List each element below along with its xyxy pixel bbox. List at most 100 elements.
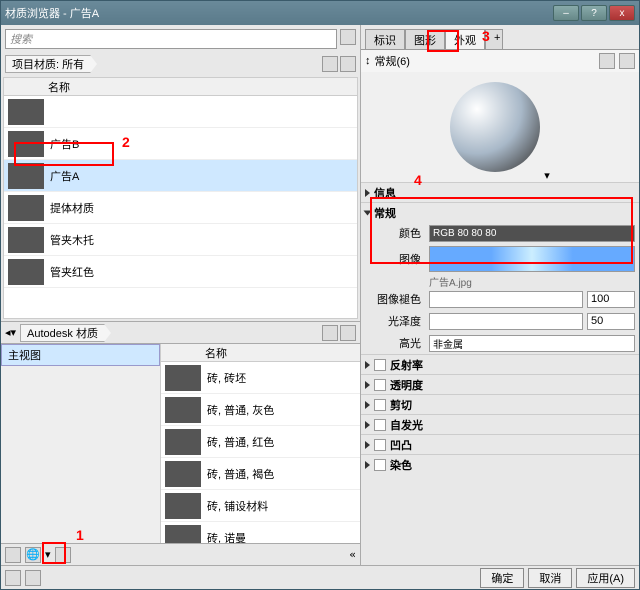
project-filter[interactable]: 项目材质: 所有	[5, 55, 91, 73]
material-preview: ▾	[361, 72, 639, 182]
section-info: 信息	[374, 185, 396, 201]
ok-button[interactable]: 确定	[480, 568, 524, 588]
image-filename: 广告A.jpg	[429, 274, 472, 289]
list-item[interactable]: 广告A	[4, 160, 357, 192]
hilite-field[interactable]: 非金属	[429, 335, 635, 352]
tab-appearance[interactable]: 外观	[445, 29, 485, 49]
tree-node[interactable]: 主视图	[1, 344, 160, 366]
help-button[interactable]: ?	[581, 5, 607, 21]
list-item[interactable]: 管夹红色	[4, 256, 357, 288]
section-title: 剪切	[390, 397, 412, 413]
material-thumb	[165, 461, 201, 487]
material-thumb	[8, 163, 44, 189]
gloss-slider[interactable]	[429, 313, 583, 330]
fade-slider[interactable]	[429, 291, 583, 308]
minimize-button[interactable]: –	[553, 5, 579, 21]
open-library-drop[interactable]: ▾	[45, 548, 51, 561]
lib-breadcrumb[interactable]: Autodesk 材质	[20, 324, 105, 342]
regular-header: 常规(6)	[375, 53, 410, 69]
copy-icon[interactable]	[619, 53, 635, 69]
image-label: 图像	[365, 251, 425, 267]
expand-icon[interactable]	[365, 401, 370, 409]
expand-icon[interactable]	[365, 461, 370, 469]
titlebar: 材质浏览器 - 广告A – ? x	[1, 1, 639, 25]
expand-info-icon[interactable]	[365, 189, 370, 197]
section-cg: 常规	[374, 205, 396, 221]
material-thumb	[165, 365, 201, 391]
material-thumb	[8, 131, 44, 157]
tool-icon-1[interactable]	[5, 547, 21, 563]
material-thumb	[165, 493, 201, 519]
list-item[interactable]: 广告B	[4, 128, 357, 160]
list-item[interactable]: 砖, 诺曼	[161, 522, 360, 543]
lib-back-icon[interactable]: ◂▾	[5, 326, 16, 339]
section-checkbox[interactable]	[374, 419, 386, 431]
section-checkbox[interactable]	[374, 399, 386, 411]
material-name: 砖, 诺曼	[207, 530, 246, 544]
material-name: 管夹木托	[50, 232, 94, 248]
hilite-label: 高光	[365, 335, 425, 351]
material-name: 砖, 普通, 红色	[207, 434, 274, 450]
lib-view-list-icon[interactable]	[340, 325, 356, 341]
tab-graphics[interactable]: 图形	[405, 29, 445, 49]
close-button[interactable]: x	[609, 5, 635, 21]
expand-icon[interactable]	[365, 441, 370, 449]
list-item[interactable]: 砖, 砖坯	[161, 362, 360, 394]
view-list-icon[interactable]	[340, 56, 356, 72]
section-checkbox[interactable]	[374, 459, 386, 471]
lib-tree[interactable]: 主视图	[1, 344, 161, 543]
replace-asset-icon[interactable]: ↕	[365, 55, 371, 67]
material-thumb	[8, 195, 44, 221]
material-name: 提体材质	[50, 200, 94, 216]
duplicate-icon[interactable]	[599, 53, 615, 69]
color-field[interactable]: RGB 80 80 80	[429, 225, 635, 242]
search-input[interactable]: 搜索	[5, 29, 337, 49]
section-checkbox[interactable]	[374, 379, 386, 391]
section-title: 凹凸	[390, 437, 412, 453]
list-item[interactable]: 提体材质	[4, 192, 357, 224]
expand-icon[interactable]	[365, 361, 370, 369]
tool-icon-3[interactable]	[55, 547, 71, 563]
list-item[interactable]	[4, 96, 357, 128]
collapse-button[interactable]: «	[349, 548, 356, 561]
list-item[interactable]: 砖, 普通, 灰色	[161, 394, 360, 426]
material-thumb	[8, 259, 44, 285]
view-grid-icon[interactable]	[322, 56, 338, 72]
section-checkbox[interactable]	[374, 439, 386, 451]
material-name: 广告B	[50, 136, 79, 152]
list-item[interactable]: 管夹木托	[4, 224, 357, 256]
fade-value[interactable]: 100	[587, 291, 635, 308]
gloss-label: 光泽度	[365, 313, 425, 329]
material-thumb	[165, 525, 201, 544]
expand-icon[interactable]	[365, 421, 370, 429]
search-icon[interactable]	[340, 29, 356, 45]
material-name: 广告A	[50, 168, 79, 184]
col-name: 名称	[48, 79, 70, 95]
list-item[interactable]: 砖, 铺设材料	[161, 490, 360, 522]
project-material-list: 名称 广告B 广告A 提体材质管夹木托管夹红色	[3, 77, 358, 319]
tab-identity[interactable]: 标识	[365, 29, 405, 49]
cancel-button[interactable]: 取消	[528, 568, 572, 588]
footer-icon-2[interactable]	[25, 570, 41, 586]
expand-icon[interactable]	[365, 381, 370, 389]
section-title: 染色	[390, 457, 412, 473]
expand-cg-icon[interactable]	[364, 210, 372, 215]
section-title: 反射率	[390, 357, 423, 373]
material-name: 砖, 普通, 灰色	[207, 402, 274, 418]
apply-button[interactable]: 应用(A)	[576, 568, 635, 588]
section-title: 透明度	[390, 377, 423, 393]
lib-view-grid-icon[interactable]	[322, 325, 338, 341]
preview-drop-icon[interactable]: ▾	[544, 169, 550, 182]
section-checkbox[interactable]	[374, 359, 386, 371]
list-item[interactable]: 砖, 普通, 褐色	[161, 458, 360, 490]
material-name: 管夹红色	[50, 264, 94, 280]
fade-label: 图像褪色	[365, 291, 425, 307]
material-thumb	[165, 397, 201, 423]
window-title: 材质浏览器 - 广告A	[5, 5, 99, 21]
gloss-value[interactable]: 50	[587, 313, 635, 330]
list-item[interactable]: 砖, 普通, 红色	[161, 426, 360, 458]
open-library-icon[interactable]: 🌐	[25, 547, 41, 563]
material-name: 砖, 砖坯	[207, 370, 246, 386]
footer-icon-1[interactable]	[5, 570, 21, 586]
image-field[interactable]	[429, 246, 635, 272]
